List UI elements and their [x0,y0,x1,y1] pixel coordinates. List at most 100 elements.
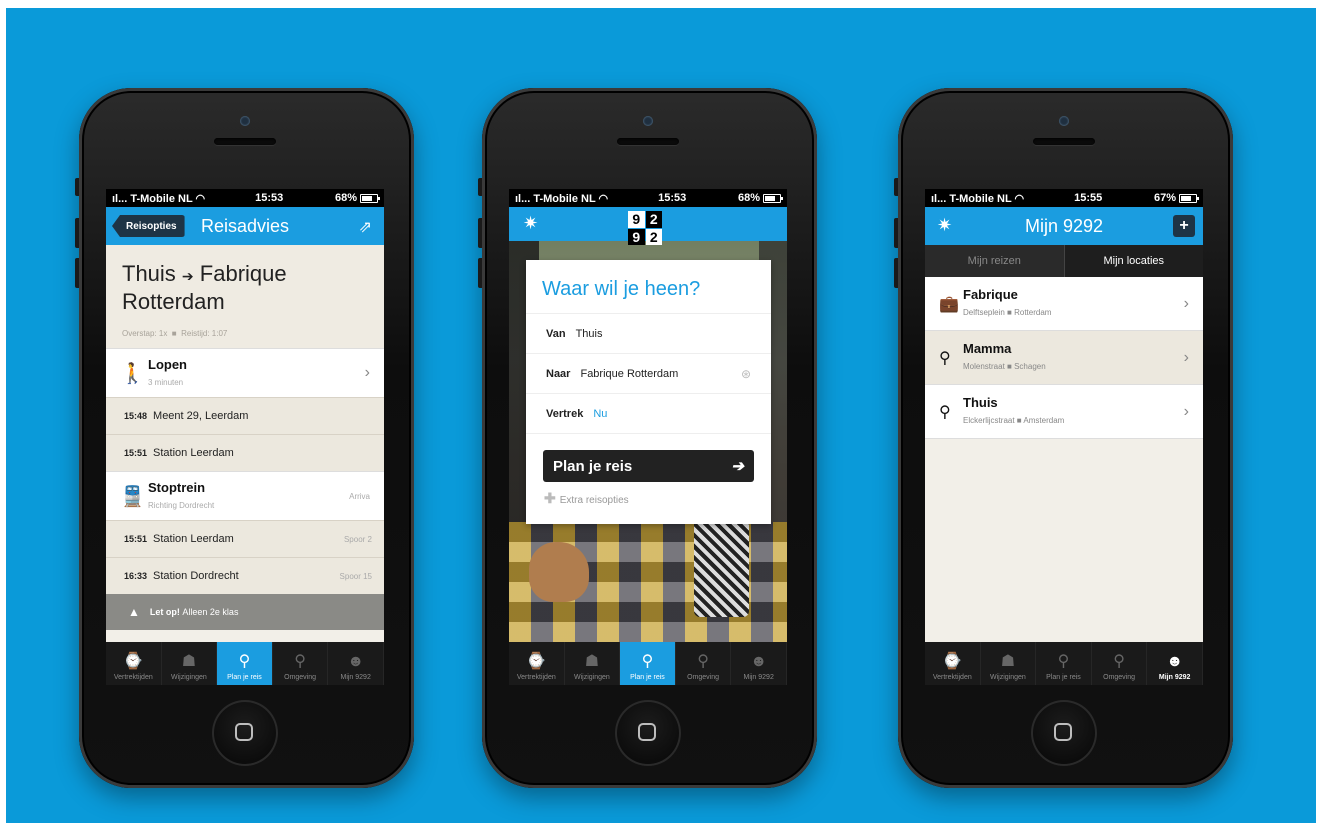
segmented-control: Mijn reizen Mijn locaties [925,245,1203,277]
stop-row: 15:51 Station Leerdam [106,434,384,471]
tab-bar: ⌚ Vertrektijden ☗ Wijzigingen ⚲ Plan je rei… [925,642,1203,685]
plan-card: Waar wil je heen? Van Thuis Naar Fabrique … [526,260,771,524]
route-icon: ⚲ [641,653,654,670]
tab-vertrektijden[interactable]: ⌚ Vertrektijden [106,642,162,685]
tab-wijzigingen[interactable]: ☗ Wijzigingen [565,642,621,685]
page-title: Mijn 9292 [1024,215,1104,236]
card-title: Waar wil je heen? [526,260,771,314]
leg-title: Lopen [148,356,187,372]
extra-reisopties-link[interactable]: ✚ Extra reisopties [526,490,771,507]
back-button[interactable]: Reisopties [112,215,185,237]
warning-icon: ▲ [128,605,140,619]
leg-train[interactable]: 🚆 Stoptrein Richting Dordrecht Arriva [106,471,384,520]
tab-wijzigingen[interactable]: ☗ Wijzigingen [981,642,1037,685]
warning-banner: ▲ Let op! Alleen 2e klas [106,594,384,630]
stop-row: 15:51 Station Leerdam Spoor 2 [106,520,384,557]
tab-omgeving[interactable]: ⚲ Omgeving [273,642,329,685]
screen-reisadvies: ıl... T-Mobile NL ◠ 15:53 68% Reisopties… [106,189,384,685]
tab-mijn-9292[interactable]: ☻ Mijn 9292 [1147,642,1203,685]
phone-reisadvies: ıl... T-Mobile NL ◠ 15:53 68% Reisopties… [75,88,414,788]
leg-walk[interactable]: 🚶 Lopen 3 minuten › [106,348,384,397]
add-button[interactable]: + [1173,215,1195,237]
screen-plan: ıl... T-Mobile NL ◠ 15:53 68% ✷ 92 92 Wa… [509,189,787,685]
gear-icon[interactable]: ✷ [523,213,538,234]
battery-icon [1179,193,1199,203]
plan-je-reis-button[interactable]: Plan je reis ➔ [543,450,754,482]
clock-icon: ⌚ [123,653,144,670]
leg-subtitle: 3 minuten [148,377,184,387]
clock-icon: ⌚ [942,653,963,670]
operator-label: Arriva [349,491,370,501]
user-icon: ☻ [750,653,768,670]
person-icon: ☗ [584,653,600,670]
home-button[interactable] [1031,700,1097,766]
background-stage: ıl... T-Mobile NL ◠ 15:53 68% Reisopties… [6,8,1316,823]
route-header: Thuis ➔ Fabrique Rotterdam Overstap: 1x … [106,245,384,348]
tab-wijzigingen[interactable]: ☗ Wijzigingen [162,642,218,685]
status-bar: ıl... T-Mobile NL ◠ 15:53 68% [509,189,787,207]
user-icon: ☻ [1166,653,1184,670]
route-meta: Overstap: 1x ■ Reistijd: 1:07 [122,329,228,338]
naar-field[interactable]: Naar Fabrique Rotterdam ⊛ [526,354,771,394]
tab-omgeving[interactable]: ⚲ Omgeving [676,642,732,685]
tab-mijn-reizen[interactable]: Mijn reizen [925,245,1064,277]
swap-icon[interactable]: ⊛ [741,367,751,381]
gear-icon[interactable]: ✷ [937,215,952,236]
clock: 15:53 [255,192,284,204]
tab-plan-je-reis[interactable]: ⚲ Plan je reis [620,642,676,685]
stop-row: 16:33 Station Dordrecht Spoor 15 [106,557,384,594]
pin-icon: ⚲ [1113,653,1125,670]
tab-plan-je-reis[interactable]: ⚲ Plan je reis [217,642,273,685]
tab-mijn-9292[interactable]: ☻ Mijn 9292 [328,642,384,685]
tab-omgeving[interactable]: ⚲ Omgeving [1092,642,1148,685]
phone-plan: ıl... T-Mobile NL ◠ 15:53 68% ✷ 92 92 Wa… [478,88,817,788]
clock-icon: ⌚ [526,653,547,670]
speaker [214,138,276,145]
navbar: ✷ Mijn 9292 + [925,207,1203,245]
share-icon[interactable]: ⇗ [359,217,372,237]
pin-icon: ⚲ [939,403,951,421]
tab-mijn-9292[interactable]: ☻ Mijn 9292 [731,642,787,685]
tab-vertrektijden[interactable]: ⌚ Vertrektijden [925,642,981,685]
tab-vertrektijden[interactable]: ⌚ Vertrektijden [509,642,565,685]
tab-bar: ⌚ Vertrektijden ☗ Wijzigingen ⚲ Plan je rei… [106,642,384,685]
pin-icon: ⚲ [697,653,709,670]
van-field[interactable]: Van Thuis [526,314,771,354]
person-icon: ☗ [1000,653,1016,670]
location-row[interactable]: ⚲ Thuis Elckerlijcstraat ■ Amsterdam › [925,385,1203,439]
status-bar: ıl... T-Mobile NL ◠ 15:53 68% [106,189,384,207]
battery-icon [360,193,380,203]
logo-9292: 92 92 [628,211,662,245]
pin-icon: ⚲ [939,349,951,367]
leg-subtitle: Richting Dordrecht [148,500,215,510]
speaker [617,138,679,145]
home-button[interactable] [615,700,681,766]
speaker [1033,138,1095,145]
tab-bar: ⌚ Vertrektijden ☗ Wijzigingen ⚲ Plan je rei… [509,642,787,685]
home-button[interactable] [212,700,278,766]
chevron-right-icon: › [364,364,370,381]
person-icon: ☗ [181,653,197,670]
briefcase-icon: 💼 [939,295,959,313]
plus-icon: ✚ [544,490,556,506]
route-icon: ⚲ [238,653,251,670]
page-title: Reisadvies [200,215,290,236]
camera [1059,116,1069,126]
tab-mijn-locaties[interactable]: Mijn locaties [1063,245,1203,277]
battery-icon [763,193,783,203]
status-bar: ıl... T-Mobile NL ◠ 15:55 67% [925,189,1203,207]
location-row[interactable]: ⚲ Mamma Molenstraat ■ Schagen › [925,331,1203,385]
walk-icon: 🚶 [120,362,145,385]
screen-mijn-9292: ıl... T-Mobile NL ◠ 15:55 67% ✷ Mijn 929… [925,189,1203,685]
camera [240,116,250,126]
chevron-right-icon: › [1183,294,1189,312]
leg-title: Stoptrein [148,479,206,495]
vertrek-field[interactable]: Vertrek Nu [526,394,771,434]
route-icon: ⚲ [1057,653,1070,670]
chevron-right-icon: › [1183,348,1189,366]
camera [643,116,653,126]
pin-icon: ⚲ [294,653,306,670]
tab-plan-je-reis[interactable]: ⚲ Plan je reis [1036,642,1092,685]
location-row[interactable]: 💼 Fabrique Delftseplein ■ Rotterdam › [925,277,1203,331]
train-icon: 🚆 [120,485,145,508]
